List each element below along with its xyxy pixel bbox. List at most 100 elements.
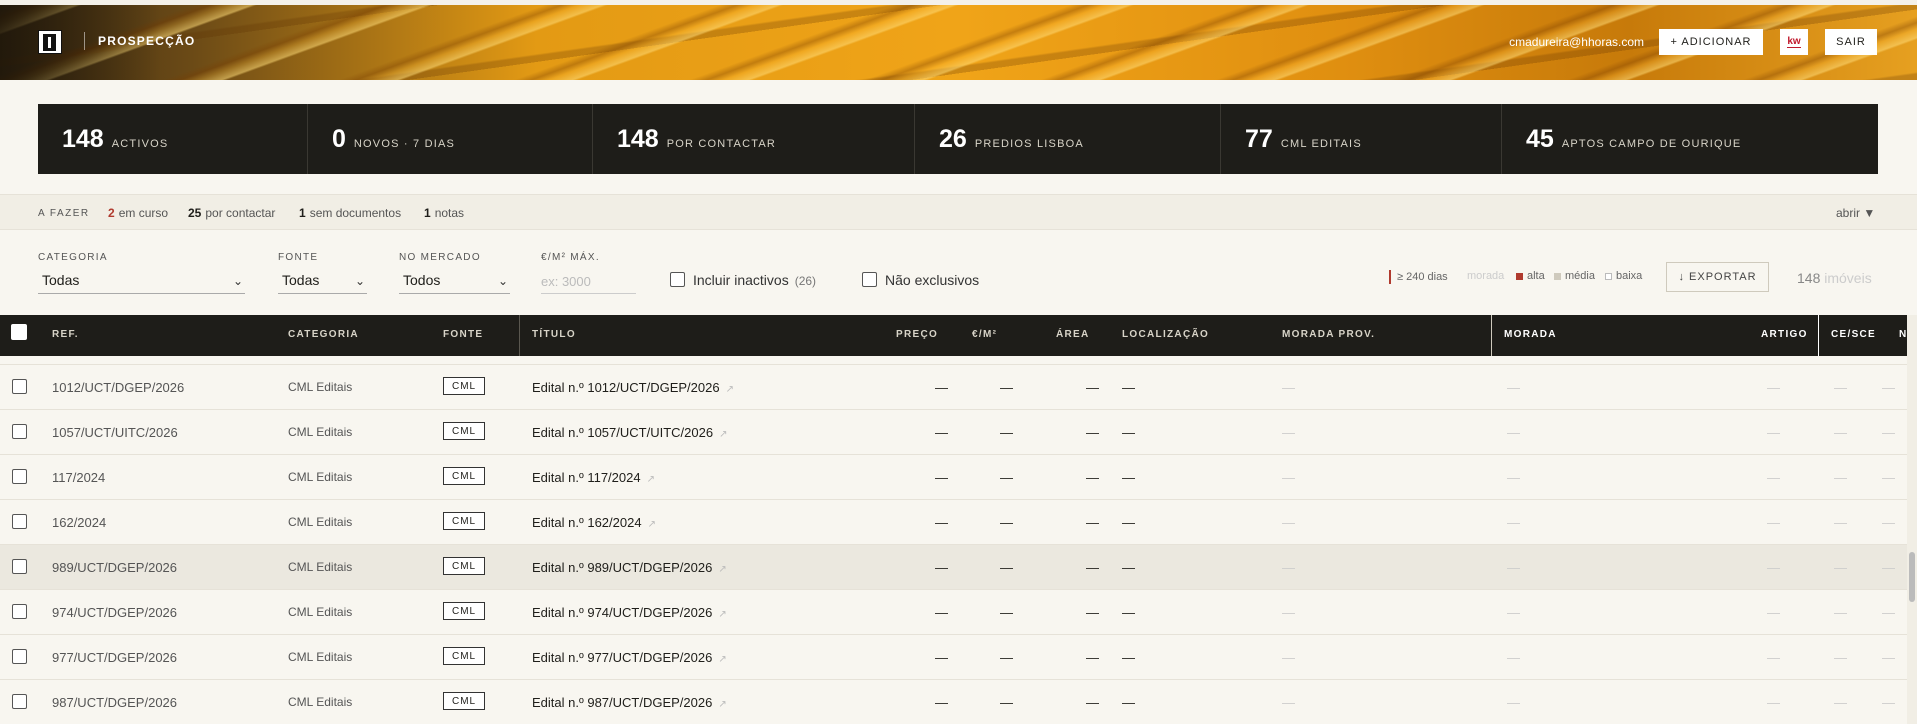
stat-label: POR CONTACTAR: [666, 138, 777, 150]
export-button[interactable]: ↓ EXPORTAR: [1666, 262, 1769, 292]
incluir-inactivos-checkbox[interactable]: [670, 272, 685, 287]
open-todo-toggle[interactable]: abrir ▼: [1836, 206, 1875, 220]
nao-exclusivos-checkbox[interactable]: [862, 272, 877, 287]
table-row[interactable]: 1057/UCT/UITC/2026 CML Editais CML Edital n…: [0, 410, 1907, 455]
cell-ref[interactable]: 989/UCT/DGEP/2026: [52, 560, 177, 575]
col-area[interactable]: ÁREA: [1056, 329, 1090, 340]
stat-activos[interactable]: 148 ACTIVOS: [38, 104, 308, 174]
todo-text: notas: [434, 206, 465, 220]
scrollbar-thumb[interactable]: [1909, 552, 1915, 602]
col-localizacao[interactable]: LOCALIZAÇÃO: [1122, 329, 1209, 340]
todo-count: 2: [108, 206, 115, 220]
table-row[interactable]: 974/UCT/DGEP/2026 CML Editais CML Edital n.…: [0, 590, 1907, 635]
stat-label: NOVOS · 7 DIAS: [353, 138, 456, 150]
cell-titulo[interactable]: Edital n.º 989/UCT/DGEP/2026 ↗: [532, 560, 727, 575]
cell-ref[interactable]: 117/2024: [52, 470, 105, 485]
cell-n: —: [1882, 650, 1895, 665]
preco-max-input[interactable]: ex: 3000: [541, 268, 636, 294]
add-button[interactable]: + ADICIONAR: [1659, 29, 1763, 55]
nao-exclusivos-label[interactable]: Não exclusivos: [885, 272, 979, 288]
cell-n: —: [1882, 515, 1895, 530]
cell-morada-prov: —: [1282, 560, 1295, 575]
external-link-icon[interactable]: ↗: [726, 384, 734, 395]
external-link-icon[interactable]: ↗: [718, 654, 726, 665]
row-checkbox[interactable]: [12, 559, 27, 574]
external-link-icon[interactable]: ↗: [718, 609, 726, 620]
table-row[interactable]: 1012/UCT/DGEP/2026 CML Editais CML Edital n…: [0, 365, 1907, 410]
cell-titulo[interactable]: Edital n.º 162/2024 ↗: [532, 515, 656, 530]
col-titulo[interactable]: TÍTULO: [532, 329, 576, 340]
external-link-icon[interactable]: ↗: [648, 519, 656, 530]
col-preco-m2[interactable]: €/M²: [972, 329, 997, 340]
col-preco[interactable]: PREÇO: [896, 329, 938, 340]
cell-artigo: —: [1767, 380, 1780, 395]
kw-button[interactable]: kw: [1780, 29, 1808, 55]
stat-aptos-campo-ourique[interactable]: 45 APTOS CAMPO DE OURIQUE: [1502, 104, 1878, 174]
chevron-down-icon: ⌄: [354, 274, 365, 288]
col-artigo[interactable]: ARTIGO: [1761, 329, 1808, 340]
row-checkbox[interactable]: [12, 649, 27, 664]
cell-ref[interactable]: 987/UCT/DGEP/2026: [52, 695, 177, 710]
scrollbar-track[interactable]: [1907, 315, 1917, 724]
incluir-inactivos-label[interactable]: Incluir inactivos (26): [693, 272, 816, 288]
row-checkbox[interactable]: [12, 604, 27, 619]
todo-item-por-contactar[interactable]: 25 por contactar: [188, 206, 275, 220]
logout-button[interactable]: SAIR: [1825, 29, 1877, 55]
table-row[interactable]: 117/2024 CML Editais CML Edital n.º 117/202…: [0, 455, 1907, 500]
row-checkbox[interactable]: [12, 379, 27, 394]
categoria-select[interactable]: Todas ⌄: [38, 268, 245, 294]
cell-ref[interactable]: 977/UCT/DGEP/2026: [52, 650, 177, 665]
header-banner: PROSPECÇÃO cmadureira@hhoras.com + ADICI…: [0, 0, 1917, 80]
legend-morada: morada: [1467, 270, 1505, 282]
cell-ref[interactable]: 974/UCT/DGEP/2026: [52, 605, 177, 620]
todo-item-em-curso[interactable]: 2 em curso: [108, 206, 168, 220]
col-morada-prov[interactable]: MORADA PROV.: [1282, 329, 1375, 340]
cell-ref[interactable]: 1012/UCT/DGEP/2026: [52, 380, 184, 395]
col-ref[interactable]: REF.: [52, 329, 79, 340]
stat-por-contactar[interactable]: 148 POR CONTACTAR: [593, 104, 915, 174]
row-checkbox[interactable]: [12, 694, 27, 709]
col-morada[interactable]: MORADA: [1504, 329, 1557, 340]
todo-item-sem-documentos[interactable]: 1 sem documentos: [299, 206, 401, 220]
cell-titulo[interactable]: Edital n.º 977/UCT/DGEP/2026 ↗: [532, 650, 727, 665]
fonte-select[interactable]: Todas ⌄: [278, 268, 367, 294]
cell-titulo[interactable]: Edital n.º 1012/UCT/DGEP/2026 ↗: [532, 380, 734, 395]
cell-ref[interactable]: 1057/UCT/UITC/2026: [52, 425, 178, 440]
fonte-value: Todas: [282, 272, 320, 288]
column-divider: [1818, 315, 1819, 356]
cell-area: —: [1086, 695, 1099, 710]
stat-cml-editais[interactable]: 77 CML EDITAIS: [1221, 104, 1502, 174]
stat-novos[interactable]: 0 NOVOS · 7 DIAS: [308, 104, 593, 174]
stat-predios-lisboa[interactable]: 26 PREDIOS LISBOA: [915, 104, 1221, 174]
row-checkbox[interactable]: [12, 424, 27, 439]
logo-icon[interactable]: [38, 30, 62, 54]
row-checkbox[interactable]: [12, 469, 27, 484]
table-row[interactable]: 977/UCT/DGEP/2026 CML Editais CML Edital n.…: [0, 635, 1907, 680]
table-row[interactable]: 989/UCT/DGEP/2026 CML Editais CML Edital n.…: [0, 545, 1907, 590]
table-row[interactable]: 162/2024 CML Editais CML Edital n.º 162/202…: [0, 500, 1907, 545]
table-row[interactable]: 987/UCT/DGEP/2026 CML Editais CML Edital n.…: [0, 680, 1907, 724]
mercado-select[interactable]: Todos ⌄: [399, 268, 510, 294]
todo-item-notas[interactable]: 1 notas: [424, 206, 464, 220]
external-link-icon[interactable]: ↗: [718, 699, 726, 710]
external-link-icon[interactable]: ↗: [719, 429, 727, 440]
row-checkbox[interactable]: [12, 514, 27, 529]
col-ce-sce[interactable]: CE/SCE: [1831, 329, 1876, 340]
col-fonte[interactable]: FONTE: [443, 329, 483, 340]
external-link-icon[interactable]: ↗: [647, 474, 655, 485]
select-all-checkbox[interactable]: [11, 324, 27, 340]
cell-titulo[interactable]: Edital n.º 1057/UCT/UITC/2026 ↗: [532, 425, 727, 440]
cell-fonte-badge: CML: [443, 647, 486, 665]
cell-ref[interactable]: 162/2024: [52, 515, 106, 530]
cell-titulo[interactable]: Edital n.º 974/UCT/DGEP/2026 ↗: [532, 605, 727, 620]
header-separator: [84, 32, 85, 50]
cell-morada-prov: —: [1282, 380, 1295, 395]
cell-titulo[interactable]: Edital n.º 987/UCT/DGEP/2026 ↗: [532, 695, 727, 710]
cell-area: —: [1086, 380, 1099, 395]
col-categoria[interactable]: CATEGORIA: [288, 329, 359, 340]
cell-fonte-badge: CML: [443, 467, 486, 485]
cell-titulo[interactable]: Edital n.º 117/2024 ↗: [532, 470, 655, 485]
external-link-icon[interactable]: ↗: [718, 564, 726, 575]
cell-preco: —: [935, 515, 948, 530]
legend-media-text: média: [1565, 270, 1595, 282]
